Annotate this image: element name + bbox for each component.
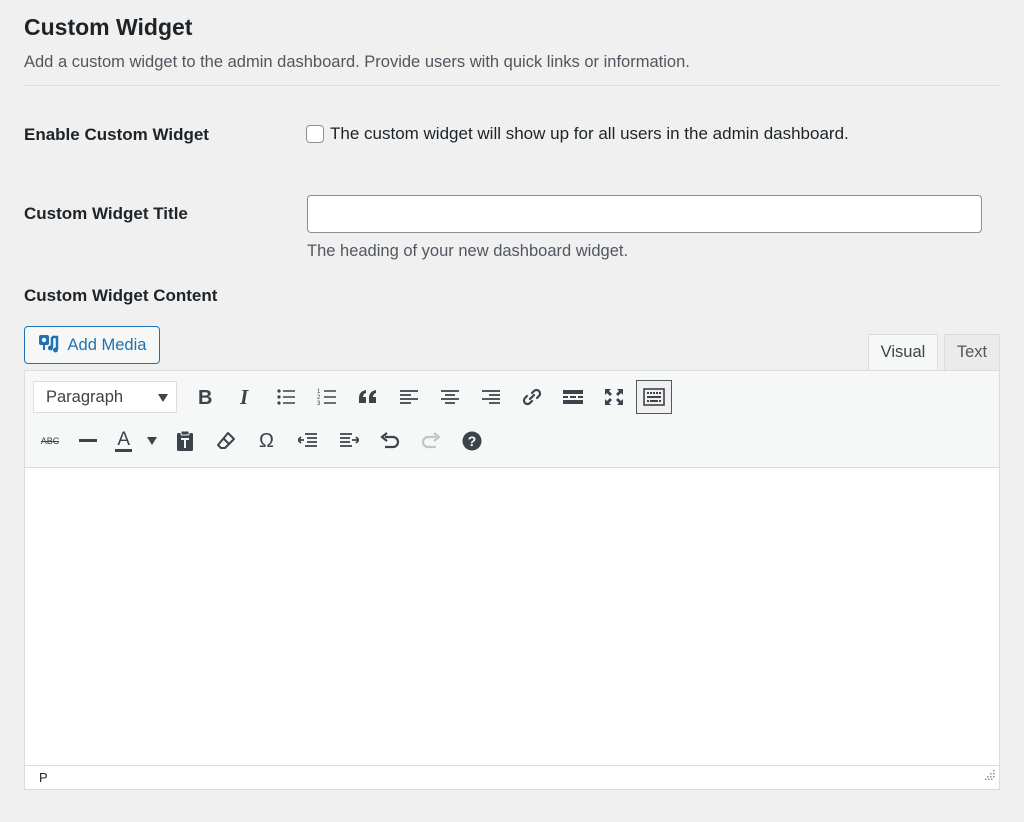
enable-widget-checkbox[interactable] <box>306 125 324 143</box>
widget-title-description: The heading of your new dashboard widget… <box>307 242 629 260</box>
strikethrough-button[interactable]: ABC <box>33 424 67 458</box>
widget-content-label: Custom Widget Content <box>24 286 218 305</box>
format-select[interactable]: Paragraph <box>33 381 177 413</box>
resize-handle-icon[interactable] <box>985 767 995 785</box>
fullscreen-icon <box>604 388 624 406</box>
paste-as-text-icon <box>175 430 195 452</box>
read-more-icon <box>562 389 584 405</box>
align-right-button[interactable] <box>470 380 511 414</box>
enable-widget-checkbox-text[interactable]: The custom widget will show up for all u… <box>330 124 849 144</box>
toolbar-row-secondary: ABC A Ω ? <box>33 424 492 458</box>
read-more-button[interactable] <box>552 380 593 414</box>
section-divider <box>24 85 1000 86</box>
svg-text:?: ? <box>467 433 476 449</box>
toolbar-row-primary: Paragraph B I 123 <box>33 380 672 414</box>
align-right-icon <box>481 389 501 405</box>
numbered-list-icon: 123 <box>317 388 337 406</box>
redo-icon <box>420 431 442 451</box>
align-center-icon <box>440 389 460 405</box>
chevron-down-icon <box>146 437 157 445</box>
link-button[interactable] <box>511 380 552 414</box>
section-description: Add a custom widget to the admin dashboa… <box>24 53 690 71</box>
enable-widget-option[interactable]: The custom widget will show up for all u… <box>306 124 849 144</box>
help-button[interactable]: ? <box>451 424 492 458</box>
clear-formatting-icon <box>216 431 236 451</box>
undo-icon <box>379 431 401 451</box>
align-center-button[interactable] <box>429 380 470 414</box>
enable-widget-label: Enable Custom Widget <box>24 125 209 144</box>
widget-title-input[interactable] <box>307 195 982 233</box>
fullscreen-button[interactable] <box>593 380 634 414</box>
toolbar-toggle-button[interactable] <box>636 380 672 414</box>
bold-button[interactable]: B <box>183 380 224 414</box>
dropdown-arrow-icon <box>158 388 168 407</box>
strikethrough-icon: ABC <box>40 436 60 446</box>
indent-icon <box>339 432 359 450</box>
help-icon: ? <box>462 431 482 451</box>
outdent-button[interactable] <box>287 424 328 458</box>
bulleted-list-icon <box>276 388 296 406</box>
editor-toolbar: Paragraph B I 123 ABC A Ω ? <box>25 371 999 468</box>
bulleted-list-button[interactable] <box>265 380 306 414</box>
section-title: Custom Widget <box>24 14 193 40</box>
indent-button[interactable] <box>328 424 369 458</box>
clear-formatting-button[interactable] <box>205 424 246 458</box>
blockquote-button[interactable] <box>347 380 388 414</box>
add-media-button[interactable]: Add Media <box>24 326 160 364</box>
paste-as-text-button[interactable] <box>164 424 205 458</box>
tab-visual[interactable]: Visual <box>868 334 938 371</box>
element-path[interactable]: P <box>39 770 48 785</box>
text-color-button[interactable]: A <box>108 424 164 458</box>
horizontal-line-icon <box>78 439 97 443</box>
special-character-button[interactable]: Ω <box>246 424 287 458</box>
italic-icon: I <box>236 387 254 407</box>
svg-text:3: 3 <box>317 401 321 406</box>
align-left-icon <box>399 389 419 405</box>
toolbar-toggle-icon <box>643 388 665 406</box>
blockquote-icon <box>358 389 378 405</box>
svg-text:I: I <box>239 387 249 407</box>
rich-text-editor: Paragraph B I 123 ABC A Ω ? P <box>24 370 1000 790</box>
add-media-label: Add Media <box>67 335 147 354</box>
tab-text[interactable]: Text <box>944 334 1000 371</box>
bold-icon: B <box>195 387 213 407</box>
numbered-list-button[interactable]: 123 <box>306 380 347 414</box>
link-icon <box>521 386 543 408</box>
outdent-icon <box>297 432 318 450</box>
widget-title-label: Custom Widget Title <box>24 204 188 223</box>
editor-content-area[interactable] <box>25 468 999 765</box>
undo-button[interactable] <box>369 424 410 458</box>
media-icon <box>38 333 60 358</box>
horizontal-line-button[interactable] <box>67 424 108 458</box>
redo-button[interactable] <box>410 424 451 458</box>
format-select-value: Paragraph <box>46 387 124 406</box>
special-character-icon: Ω <box>259 429 274 452</box>
text-color-icon: A <box>115 429 133 452</box>
strike-line <box>40 441 60 442</box>
italic-button[interactable]: I <box>224 380 265 414</box>
align-left-button[interactable] <box>388 380 429 414</box>
editor-statusbar: P <box>25 765 999 789</box>
svg-text:B: B <box>198 387 212 407</box>
